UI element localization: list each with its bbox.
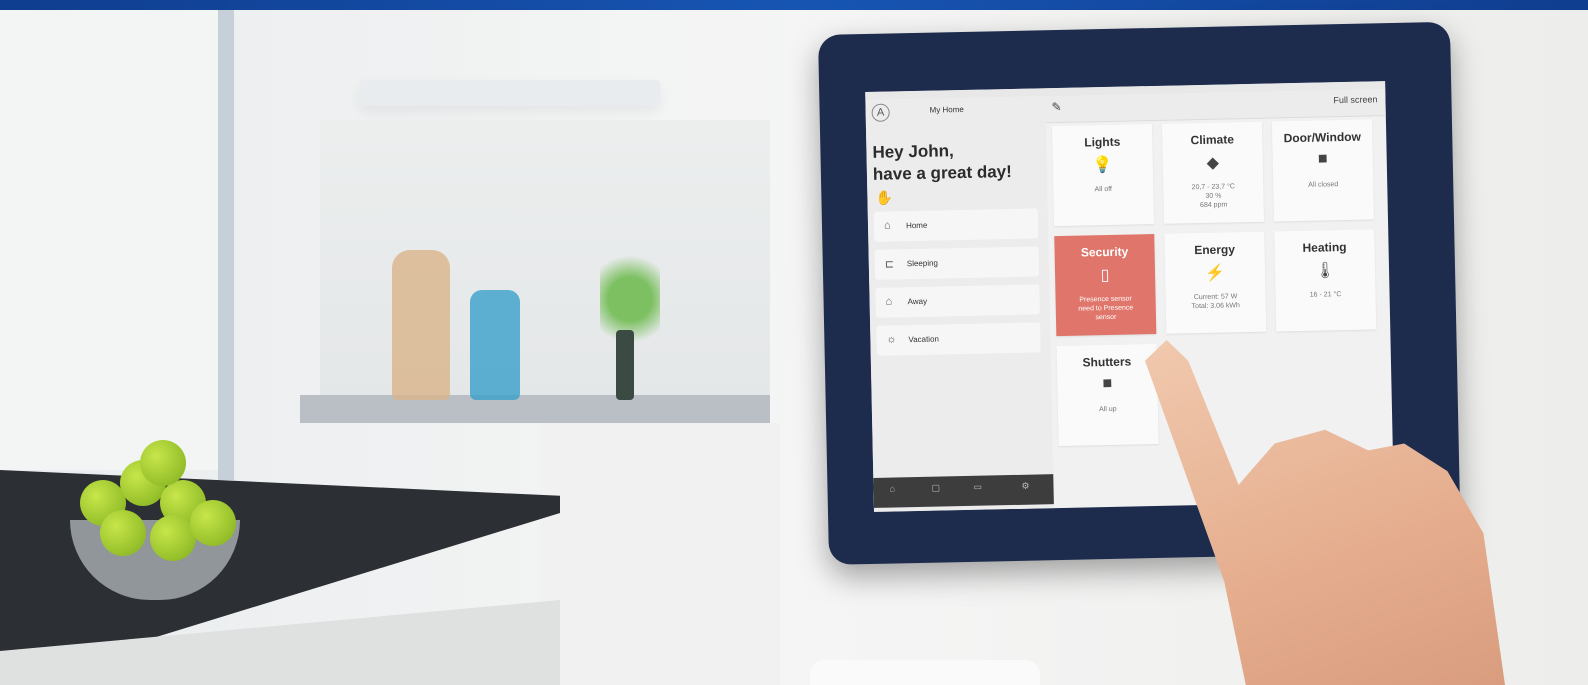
greeting: Hey John, have a great day! bbox=[872, 139, 1012, 186]
tile-title: Shutters bbox=[1082, 354, 1132, 370]
tile-status: All closed bbox=[1308, 181, 1339, 189]
scene-label: Vacation bbox=[908, 334, 940, 345]
tile-title: Energy bbox=[1194, 242, 1236, 258]
top-blue-banner bbox=[0, 0, 1588, 10]
scene-label: Home bbox=[905, 220, 928, 231]
white-object bbox=[810, 660, 1040, 685]
tile-status: Presence sensor need to Presence sensor bbox=[1078, 295, 1134, 322]
tile-status: 20,7 - 23,7 °C 30 % 684 ppm bbox=[1191, 183, 1235, 210]
left-panel: Hey John, have a great day! ✋ ⌂ Home ⊏ S… bbox=[865, 122, 1054, 512]
blue-bottle bbox=[470, 290, 520, 400]
lightning-icon: ⚡ bbox=[1204, 264, 1226, 282]
bulb-icon: 💡 bbox=[1092, 156, 1113, 175]
scene-home[interactable]: ⌂ Home bbox=[873, 208, 1039, 242]
kitchen-backsplash bbox=[320, 120, 770, 400]
nav-rooms-icon[interactable]: ▢ bbox=[931, 483, 940, 494]
tile-title: Door/Window bbox=[1283, 129, 1362, 146]
house-outline-icon: ⌂ bbox=[885, 295, 893, 308]
scene-vacation[interactable]: ☼ Vacation bbox=[876, 322, 1041, 356]
tile-title: Lights bbox=[1084, 134, 1121, 150]
vase bbox=[616, 330, 634, 400]
thermometer-icon: 🌡 bbox=[1314, 262, 1336, 280]
tile-title: Security bbox=[1080, 244, 1129, 260]
lime bbox=[100, 510, 146, 556]
greeting-line-1: Hey John, bbox=[872, 141, 954, 162]
bottom-navigation: ⌂ ▢ ▭ ⚙ bbox=[873, 474, 1054, 508]
kitchen-photo: A My Home ✎ Full screen Hey John, have a… bbox=[0, 0, 1588, 685]
tile-shutters[interactable]: Shutters ■ All up bbox=[1056, 343, 1159, 447]
tile-status: 16 - 21 °C bbox=[1309, 291, 1342, 299]
waving-hand-icon: ✋ bbox=[875, 189, 894, 206]
tile-status: All off bbox=[1094, 185, 1113, 194]
kitchen-cabinets bbox=[540, 423, 780, 685]
nav-home-icon[interactable]: ⌂ bbox=[889, 483, 895, 493]
tile-energy[interactable]: Energy ⚡ Current: 57 W Total: 3.06 kWh bbox=[1164, 231, 1267, 334]
tile-status: Current: 57 W Total: 3.06 kWh bbox=[1191, 293, 1240, 311]
scene-label: Sleeping bbox=[906, 258, 939, 269]
battery-icon: ▯ bbox=[1100, 266, 1110, 285]
tile-door-window[interactable]: Door/Window ■ All closed bbox=[1271, 119, 1374, 222]
tile-heating[interactable]: Heating 🌡 16 - 21 °C bbox=[1274, 229, 1377, 332]
pencil-icon[interactable]: ✎ bbox=[1051, 100, 1061, 114]
leaf-icon: ◆ bbox=[1206, 154, 1220, 172]
wall-pillar bbox=[218, 10, 234, 480]
left-wall bbox=[0, 10, 220, 470]
tile-status: All up bbox=[1099, 405, 1117, 414]
scene-sleeping[interactable]: ⊏ Sleeping bbox=[874, 246, 1040, 280]
home-icon: ⌂ bbox=[883, 219, 891, 232]
kitchen-shelf bbox=[360, 80, 660, 106]
scene-away[interactable]: ⌂ Away bbox=[875, 284, 1040, 318]
lime bbox=[190, 500, 236, 546]
tile-lights[interactable]: Lights 💡 All off bbox=[1051, 124, 1155, 227]
home-name: My Home bbox=[929, 104, 964, 115]
avatar[interactable]: A bbox=[871, 103, 890, 122]
back-countertop bbox=[300, 395, 770, 423]
scene-label: Away bbox=[907, 296, 928, 307]
tile-climate[interactable]: Climate ◆ 20,7 - 23,7 °C 30 % 684 ppm bbox=[1161, 121, 1265, 224]
door-icon: ■ bbox=[1317, 150, 1328, 168]
bottle bbox=[392, 250, 450, 400]
shutter-icon: ■ bbox=[1102, 374, 1113, 393]
nav-settings-icon[interactable]: ⚙ bbox=[1021, 481, 1029, 492]
bed-icon: ⊏ bbox=[884, 258, 895, 271]
tile-security[interactable]: Security ▯ Presence sensor need to Prese… bbox=[1054, 234, 1157, 337]
nav-devices-icon[interactable]: ▭ bbox=[973, 482, 982, 493]
fullscreen-button[interactable]: Full screen bbox=[1333, 94, 1377, 105]
tile-title: Climate bbox=[1190, 132, 1235, 148]
tile-title: Heating bbox=[1302, 239, 1347, 255]
greeting-line-2: have a great day! bbox=[872, 161, 1013, 184]
lime bbox=[140, 440, 186, 486]
sun-icon: ☼ bbox=[886, 333, 897, 346]
